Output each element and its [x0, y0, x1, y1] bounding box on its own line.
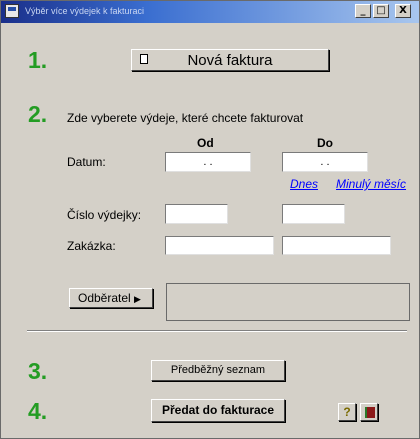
date-to-field[interactable]: . .	[282, 152, 368, 172]
separator-line	[27, 330, 407, 332]
step-2-number: 2.	[28, 101, 48, 127]
customer-button[interactable]: Odběratel ▶	[69, 288, 153, 308]
date-from-field[interactable]: . .	[165, 152, 251, 172]
today-link[interactable]: Dnes	[290, 177, 318, 191]
title-bar[interactable]: Výběr více výdejek k fakturaci _ □ X	[1, 1, 419, 23]
exit-button[interactable]	[360, 403, 378, 421]
voucher-to-field[interactable]	[282, 204, 345, 224]
help-button[interactable]: ?	[338, 403, 356, 421]
window-title: Výběr více výdejek k fakturaci	[25, 6, 145, 16]
help-icon: ?	[343, 405, 351, 419]
voucher-from-field[interactable]	[165, 204, 228, 224]
column-from-header: Od	[197, 136, 214, 150]
submit-to-invoicing-button[interactable]: Předat do fakturace	[151, 399, 285, 422]
step-3-number: 3.	[28, 358, 48, 384]
main-window: Výběr více výdejek k fakturaci _ □ X 1. …	[0, 0, 420, 439]
arrow-right-icon: ▶	[134, 295, 141, 305]
customer-display-box	[166, 283, 410, 321]
voucher-number-label: Číslo výdejky:	[67, 208, 142, 222]
order-to-field[interactable]	[282, 236, 391, 255]
new-invoice-label: Nová faktura	[187, 52, 273, 69]
exit-door-icon	[365, 407, 375, 418]
minimize-button[interactable]: _	[355, 4, 371, 18]
maximize-button[interactable]: □	[373, 4, 389, 18]
new-invoice-button[interactable]: Nová faktura	[131, 49, 329, 71]
preliminary-list-button[interactable]: Předběžný seznam	[151, 360, 285, 381]
app-icon[interactable]	[5, 4, 19, 18]
column-to-header: Do	[317, 136, 333, 150]
order-label: Zakázka:	[67, 239, 116, 253]
customer-button-label: Odběratel	[78, 291, 131, 305]
instruction-text: Zde vyberete výdeje, které chcete faktur…	[67, 111, 304, 125]
step-1-number: 1.	[28, 47, 48, 73]
order-from-field[interactable]	[165, 236, 274, 255]
date-label: Datum:	[67, 155, 106, 169]
step-4-number: 4.	[28, 398, 48, 424]
last-month-link[interactable]: Minulý měsíc	[336, 177, 406, 191]
close-button[interactable]: X	[395, 4, 411, 18]
